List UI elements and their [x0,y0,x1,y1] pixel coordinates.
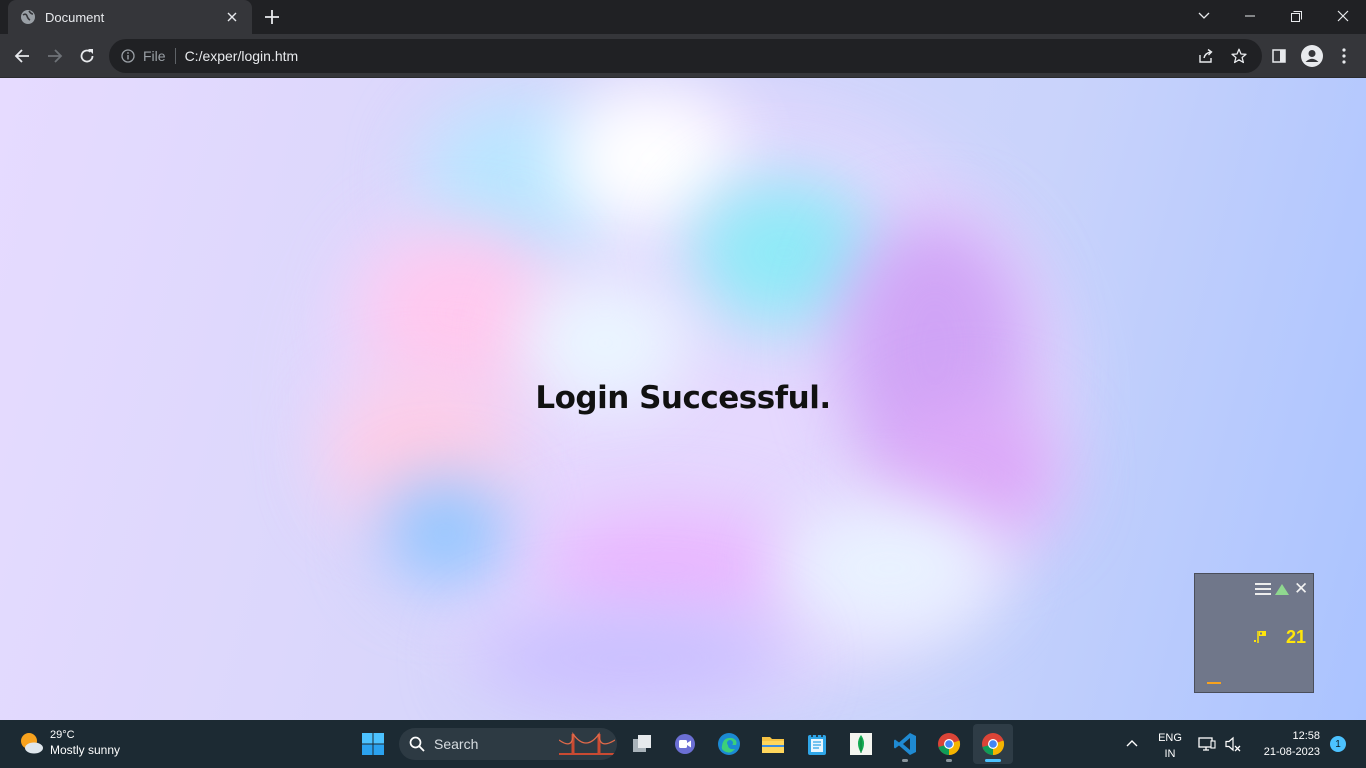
edge-browser-icon[interactable] [709,724,749,764]
address-separator [174,48,176,64]
taskbar: 29°C Mostly sunny Search ENG IN 12:58 21… [0,720,1366,768]
hamburger-menu-icon[interactable] [1255,583,1271,597]
close-window-button[interactable] [1320,0,1366,32]
golden-gate-bridge-highlight-icon [558,730,616,760]
address-bar[interactable]: File C:/exper/login.htm [109,39,1262,73]
tab-strip: Document [0,0,1366,34]
back-button[interactable] [8,42,36,70]
notepad-icon[interactable] [797,724,837,764]
side-panel-icon[interactable] [1265,42,1293,70]
tab-document[interactable]: Document [8,0,252,34]
file-explorer-icon[interactable] [753,724,793,764]
mongodb-compass-icon[interactable] [841,724,881,764]
globe-icon [20,9,36,25]
forward-button[interactable] [41,42,69,70]
vscode-icon[interactable] [885,724,925,764]
active-indicator [985,759,1001,762]
search-label: Search [434,736,479,752]
running-indicator [946,759,952,762]
login-success-heading: Login Successful. [535,380,831,416]
weather-widget[interactable]: 29°C Mostly sunny [18,728,120,758]
browser-toolbar: File C:/exper/login.htm [0,34,1366,78]
network-icon[interactable] [1198,735,1216,753]
new-tab-button[interactable] [260,5,284,29]
info-icon[interactable] [121,49,135,63]
progress-dash [1207,682,1221,684]
language-code: ENG [1158,732,1182,744]
bookmark-star-icon[interactable] [1226,43,1252,69]
close-tab-icon[interactable] [222,7,242,27]
tab-search-chevron-icon[interactable] [1181,0,1227,32]
share-icon[interactable] [1193,43,1219,69]
volume-muted-icon[interactable] [1224,735,1242,753]
widget-count: 21 [1286,627,1307,647]
restore-button[interactable] [1273,0,1319,32]
tab-title: Document [45,9,105,25]
widget-close-icon[interactable]: ✕ [1294,579,1308,599]
start-button[interactable] [353,724,393,764]
search-icon [409,736,425,752]
more-menu-icon[interactable] [1330,42,1358,70]
notification-badge[interactable]: 1 [1330,736,1346,752]
floating-widget[interactable]: ✕ 21 [1194,573,1314,693]
taskbar-search-box[interactable]: Search [399,728,617,760]
minimize-button[interactable] [1227,0,1273,32]
chrome-active-icon[interactable] [973,724,1013,764]
chrome-icon[interactable] [929,724,969,764]
show-hidden-icons-chevron-icon[interactable] [1122,733,1142,753]
clock-date: 21-08-2023 [1263,746,1320,758]
input-language-indicator[interactable]: ENG IN [1153,730,1187,762]
collapse-triangle-icon[interactable] [1275,584,1289,595]
running-indicator [902,759,908,762]
partly-sunny-icon [18,730,44,756]
task-view-icon[interactable] [622,724,662,764]
teams-meet-icon[interactable] [665,724,705,764]
taskbar-clock[interactable]: 12:58 21-08-2023 [1250,728,1320,760]
profile-avatar-icon[interactable] [1298,42,1326,70]
page-viewport: Login Successful. ✕ 21 [0,78,1366,720]
weather-temperature: 29°C [50,729,75,741]
reload-button[interactable] [73,42,101,70]
region-code: IN [1164,748,1176,760]
weather-description: Mostly sunny [50,743,121,757]
flag-icon [1254,631,1266,643]
scheme-label: File [143,48,166,64]
url-text[interactable]: C:/exper/login.htm [185,48,299,64]
clock-time: 12:58 [1292,730,1320,742]
